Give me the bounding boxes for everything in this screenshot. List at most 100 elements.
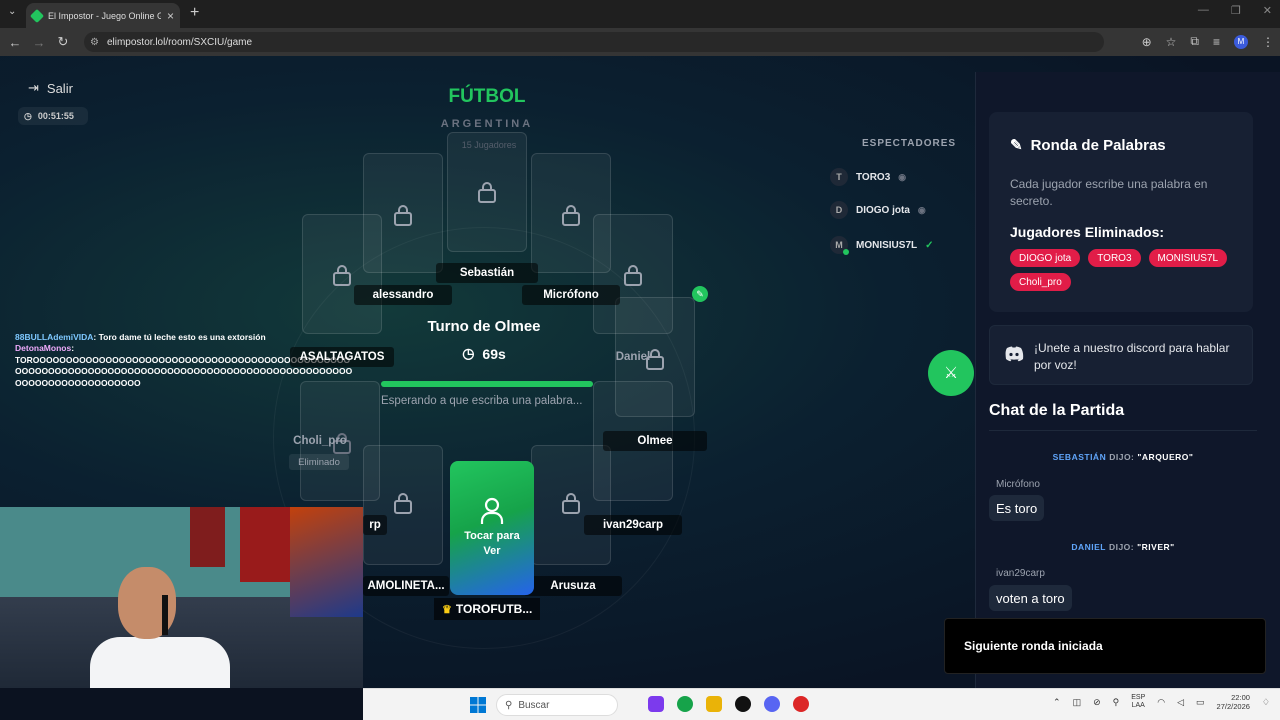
pencil-icon: ✎	[1010, 137, 1023, 154]
wifi-icon[interactable]: ◠	[1157, 697, 1165, 708]
tab-list-icon[interactable]: ⌄	[8, 6, 16, 17]
reveal-label: Tocar para Ver	[464, 529, 520, 557]
back-icon[interactable]: ←	[3, 35, 27, 50]
chrome-icon[interactable]	[677, 696, 693, 712]
chevron-up-icon[interactable]: ⌃	[1053, 697, 1061, 708]
zoom-icon[interactable]: ⊕	[1142, 35, 1152, 49]
app-icon[interactable]	[793, 696, 809, 712]
poster-image	[240, 507, 295, 582]
system-message-verb: DIJO:	[1108, 542, 1135, 552]
webcam-overlay	[0, 507, 363, 688]
media-icon[interactable]: ≡	[1213, 35, 1220, 49]
message-bubble: Es toro	[989, 495, 1045, 521]
system-tray: ⌃ ◫ ⊘ ⚲ ESP LAA ◠ ◁ ▭ 22:00 27/2/2026 ♢	[1053, 693, 1270, 711]
taskbar-search[interactable]: ⚲ Buscar	[496, 694, 618, 716]
turn-info: Turno de Olmee ◷ 69s	[372, 318, 596, 362]
close-window-icon[interactable]: ✕	[1263, 4, 1272, 17]
url-field[interactable]: ⚙ elimpostor.lol/room/SXCIU/game	[84, 32, 1104, 52]
reveal-card-button[interactable]: Tocar para Ver	[450, 461, 534, 595]
spectator-avatar: T	[830, 168, 848, 186]
tray-icon[interactable]: ◫	[1073, 697, 1082, 708]
maximize-icon[interactable]: ❐	[1231, 4, 1241, 17]
eliminated-tag: Eliminado	[289, 454, 349, 470]
turn-progress-bar	[381, 381, 593, 387]
chat-message: :	[71, 343, 75, 354]
streamer-image	[90, 567, 230, 688]
eliminated-player: DIOGO jota	[1010, 249, 1081, 267]
folder-icon[interactable]	[706, 696, 722, 712]
spectator-name: DIOGO jota	[856, 204, 910, 216]
elapsed-time: 00:51:55	[37, 111, 74, 121]
close-tab-icon[interactable]: ×	[167, 9, 174, 23]
sword-action-button[interactable]: ⚔	[928, 350, 974, 396]
spectator-item: T TORO3 ◉	[830, 168, 906, 186]
timer-icon: ◷	[462, 345, 475, 361]
elapsed-timer: ◷ 00:51:55	[18, 107, 88, 125]
site-favicon-icon	[29, 8, 45, 23]
turn-progress-fill	[381, 381, 593, 387]
lock-icon	[332, 264, 352, 286]
reload-icon[interactable]: ↻	[51, 34, 75, 50]
system-message-word: "RIVER"	[1137, 542, 1175, 552]
battery-icon[interactable]: ▭	[1196, 697, 1205, 708]
player-name: Daniel	[615, 351, 651, 363]
waiting-text: Esperando a que escriba una palabra...	[381, 395, 583, 407]
taskbar-apps	[648, 696, 809, 712]
window-controls: — ❐ ✕	[1198, 4, 1272, 17]
lock-icon	[393, 492, 413, 514]
lock-icon	[561, 492, 581, 514]
volume-icon[interactable]: ◁	[1177, 697, 1184, 708]
crown-icon: ♛	[442, 603, 452, 616]
minimize-icon[interactable]: —	[1198, 4, 1209, 17]
player-name: Arusuza	[524, 576, 622, 596]
discord-icon	[1005, 346, 1024, 362]
player-name: alessandro	[354, 285, 452, 305]
discord-taskbar-icon[interactable]	[764, 696, 780, 712]
check-icon: ✓	[925, 239, 934, 251]
windows-start-icon[interactable]	[470, 697, 486, 713]
toolbar-right: ⊕ ☆ ⧉ ≡ M ⋮	[1142, 34, 1274, 49]
turn-text: Turno de Olmee	[427, 318, 541, 335]
language-indicator[interactable]: ESP LAA	[1131, 694, 1145, 711]
eye-icon: ◉	[898, 171, 907, 182]
browser-tab[interactable]: El Impostor - Juego Online Gra ×	[26, 3, 180, 28]
notifications-icon[interactable]: ♢	[1262, 697, 1270, 708]
teams-icon[interactable]	[648, 696, 664, 712]
eliminated-list: DIOGO jota TORO3 MONISIUS7L Choli_pro	[1010, 249, 1240, 291]
exit-button[interactable]: ⇥ Salir	[28, 80, 73, 96]
host-player: ♛ TOROFUTB...	[434, 598, 541, 620]
profile-avatar[interactable]: M	[1234, 34, 1248, 49]
url-text: elimpostor.lol/room/SXCIU/game	[106, 36, 253, 48]
browser-menu-icon[interactable]: ⋮	[1262, 35, 1274, 49]
player-name: Choli_pro	[293, 435, 347, 447]
chat-user: 88BULLAdemiVIDA	[15, 332, 94, 342]
eliminated-player: MONISIUS7L	[1148, 249, 1228, 267]
bookmark-star-icon[interactable]: ☆	[1166, 35, 1177, 49]
exit-icon: ⇥	[28, 80, 39, 95]
user-icon	[480, 497, 504, 524]
round-title: ✎ Ronda de Palabras	[1010, 136, 1166, 155]
message-author: Micrófono	[996, 479, 1040, 490]
online-dot	[843, 249, 849, 255]
tab-title: El Impostor - Juego Online Gra	[48, 10, 161, 21]
forward-icon[interactable]: →	[27, 35, 51, 50]
site-info-icon[interactable]: ⚙	[90, 37, 99, 48]
clock[interactable]: 22:00 27/2/2026	[1217, 693, 1250, 711]
spectator-item: D DIOGO jota ◉	[830, 201, 926, 219]
player-name: rp	[363, 515, 387, 535]
app-icon[interactable]	[735, 696, 751, 712]
tray-icon[interactable]: ⚲	[1113, 697, 1120, 708]
extensions-icon[interactable]: ⧉	[1190, 34, 1199, 49]
system-message: SEBASTIÁN DIJO: "ARQUERO"	[989, 452, 1257, 462]
player-name: Olmee	[603, 431, 707, 451]
eliminated-title: Jugadores Eliminados:	[1010, 224, 1165, 240]
message-author: ivan29carp	[996, 568, 1045, 579]
exit-label: Salir	[46, 80, 73, 96]
system-message-user: DANIEL	[1071, 542, 1106, 552]
system-message: DANIEL DIJO: "RIVER"	[989, 542, 1257, 552]
pencil-icon[interactable]: ✎	[692, 286, 708, 302]
eliminated-player: TORO3	[1088, 249, 1141, 267]
discord-banner[interactable]: ¡Unete a nuestro discord para hablar por…	[989, 325, 1253, 385]
tray-icon[interactable]: ⊘	[1093, 697, 1101, 708]
new-tab-icon[interactable]: +	[190, 4, 199, 22]
